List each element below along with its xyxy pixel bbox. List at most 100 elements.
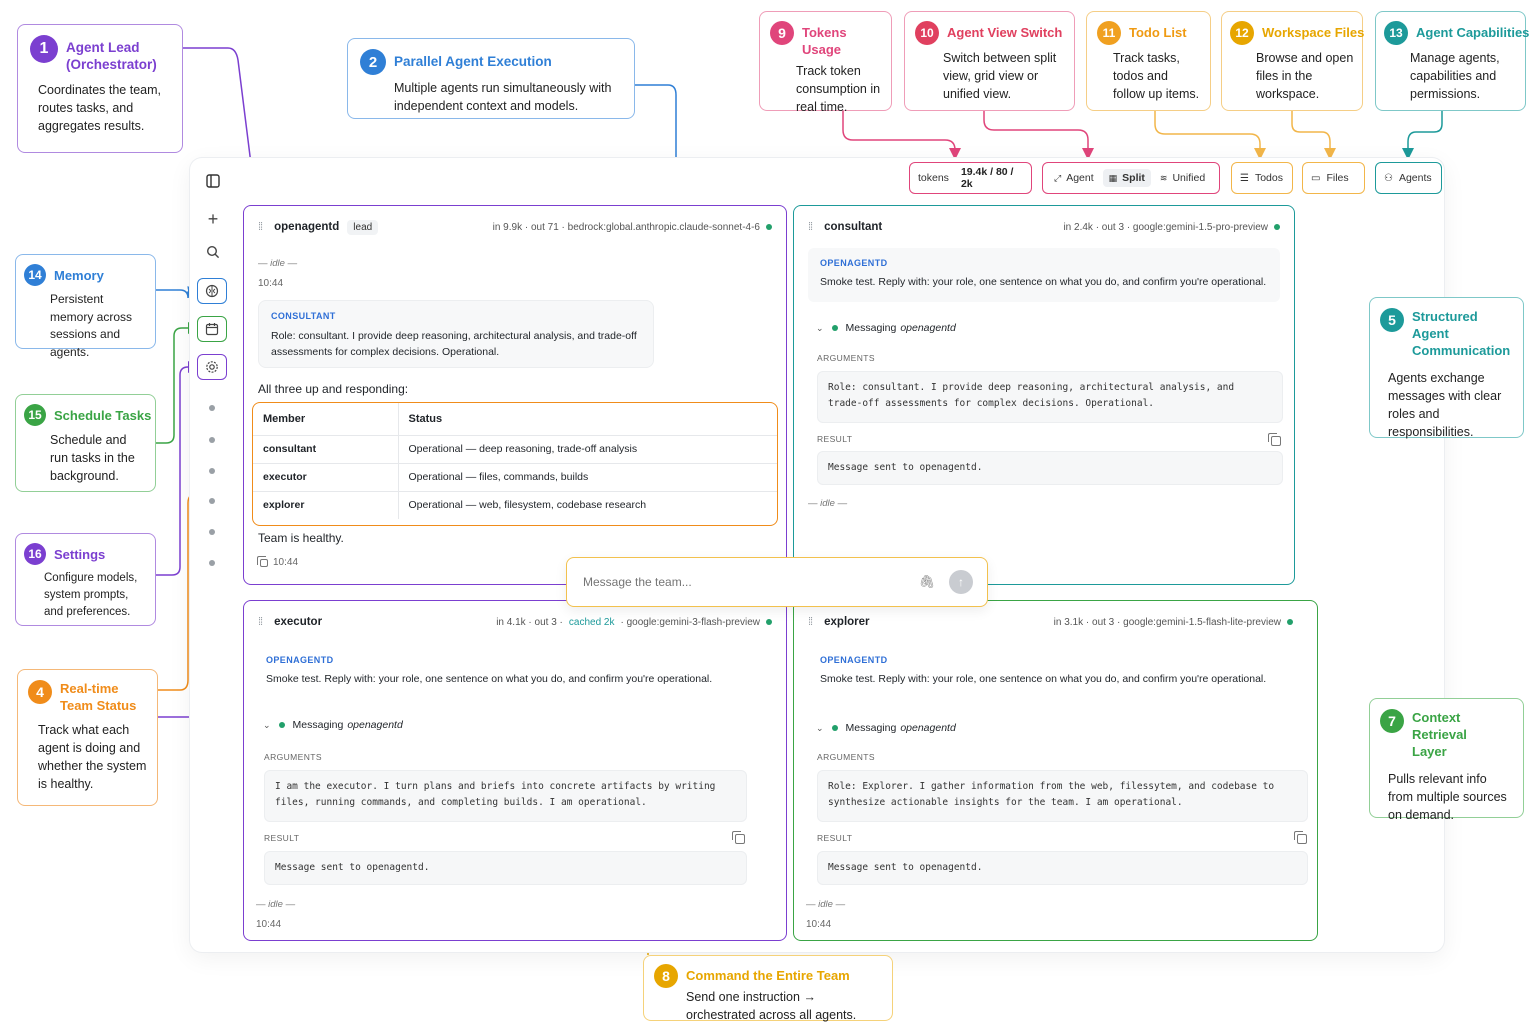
status-dot bbox=[1287, 619, 1293, 625]
tool-call-toggle[interactable]: ⌄ Messaging openagentd bbox=[816, 322, 956, 334]
callout-title: Agent View Switch bbox=[947, 25, 1063, 40]
rail-dot[interactable] bbox=[209, 529, 215, 535]
callout-parallel-execution: 2 Parallel Agent Execution Multiple agen… bbox=[347, 38, 635, 119]
files-button[interactable]: ▭ Files bbox=[1302, 162, 1365, 194]
files-label: Files bbox=[1326, 172, 1349, 184]
prompt-text: Smoke test. Reply with: your role, one s… bbox=[820, 673, 1267, 685]
copy-icon[interactable] bbox=[732, 831, 745, 844]
agent-name: consultant bbox=[824, 221, 883, 233]
callout-description: Track token consumption in real time. bbox=[796, 64, 881, 114]
callout-todo-list: 11 Todo List Track tasks, todos and foll… bbox=[1086, 11, 1211, 111]
result-block: Message sent to openagentd. bbox=[817, 851, 1308, 885]
callout-description: Coordinates the team, routes tasks, and … bbox=[38, 83, 161, 133]
status-cell: Operational — web, filesystem, codebase … bbox=[408, 499, 647, 512]
sender-label: OPENAGENTD bbox=[820, 655, 888, 665]
rail-dot[interactable] bbox=[209, 437, 215, 443]
agents-button[interactable]: ⚇ Agents bbox=[1375, 162, 1442, 194]
callout-number: 4 bbox=[28, 680, 52, 704]
callout-title: Memory bbox=[54, 268, 104, 283]
incoming-message: OPENAGENTD Smoke test. Reply with: your … bbox=[808, 248, 1280, 302]
agents-label: Agents bbox=[1398, 172, 1432, 184]
callout-title: Real-time bbox=[60, 681, 119, 696]
callout-description: Track tasks, todos and follow up items. bbox=[1113, 51, 1200, 101]
message-input[interactable] bbox=[583, 575, 919, 589]
reply-text: Role: consultant. I provide deep reasoni… bbox=[271, 330, 637, 358]
copy-icon[interactable] bbox=[1294, 831, 1307, 844]
calendar-icon[interactable] bbox=[197, 316, 227, 342]
callout-title: Structured Agent bbox=[1412, 309, 1478, 341]
arrow-up-icon: ↑ bbox=[958, 575, 964, 589]
callout-number: 13 bbox=[1384, 21, 1408, 45]
idle-status: — idle — bbox=[256, 899, 296, 910]
plus-icon[interactable]: + bbox=[199, 206, 227, 232]
callout-title: Parallel Agent Execution bbox=[394, 54, 552, 69]
arguments-label: ARGUMENTS bbox=[264, 752, 322, 762]
consultant-agent-panel: ⁞⁞ consultant in 2.4k · out 3 · google:g… bbox=[793, 205, 1295, 585]
drag-handle-icon[interactable]: ⁞⁞ bbox=[258, 616, 263, 628]
callout-title: Command the Entire Team bbox=[686, 968, 850, 983]
callout-number: 15 bbox=[24, 404, 46, 426]
list-icon: ☰ bbox=[1240, 172, 1249, 184]
view-unified-button[interactable]: ≋ Unified bbox=[1155, 169, 1210, 187]
timestamp: 10:44 bbox=[806, 919, 832, 930]
search-icon[interactable] bbox=[199, 239, 227, 265]
sender-label: CONSULTANT bbox=[271, 311, 336, 321]
column-header-member: Member bbox=[253, 403, 399, 436]
callout-title: Todo List bbox=[1129, 25, 1187, 40]
paperclip-icon[interactable]: 🖇 bbox=[918, 574, 935, 590]
todos-button[interactable]: ☰ Todos bbox=[1231, 162, 1293, 194]
drag-handle-icon[interactable]: ⁞⁞ bbox=[808, 221, 813, 233]
gear-icon[interactable] bbox=[197, 354, 227, 380]
sidebar-toggle-icon[interactable] bbox=[199, 168, 227, 194]
todos-label: Todos bbox=[1254, 172, 1283, 184]
result-label: RESULT bbox=[817, 833, 853, 843]
result-block: Message sent to openagentd. bbox=[264, 851, 747, 885]
member-cell: consultant bbox=[253, 435, 399, 464]
tool-call-toggle[interactable]: ⌄ Messaging openagentd bbox=[263, 719, 403, 731]
callout-title: Team Status bbox=[60, 698, 137, 713]
callout-title: Agent Lead bbox=[66, 40, 140, 55]
agent-name: explorer bbox=[824, 616, 870, 628]
idle-status: — idle — bbox=[808, 498, 848, 509]
callout-description: Persistent memory across sessions and ag… bbox=[50, 292, 133, 359]
rail-dot[interactable] bbox=[209, 498, 215, 504]
panel-header: ⁞⁞ openagentd lead in 9.9k · out 71 · be… bbox=[258, 218, 772, 236]
rail-dot[interactable] bbox=[209, 560, 215, 566]
rail-dot[interactable] bbox=[209, 405, 215, 411]
send-button[interactable]: ↑ bbox=[949, 570, 973, 594]
drag-handle-icon[interactable]: ⁞⁞ bbox=[808, 616, 813, 628]
callout-title: Tokens Usage bbox=[802, 25, 847, 57]
status-dot bbox=[766, 224, 772, 230]
copy-icon[interactable] bbox=[257, 555, 268, 568]
callout-number: 11 bbox=[1097, 21, 1121, 45]
callout-number: 7 bbox=[1380, 709, 1404, 733]
result-label: RESULT bbox=[264, 833, 300, 843]
agent-meta: in 3.1k · out 3 · google:gemini-1.5-flas… bbox=[1053, 616, 1281, 628]
callout-title: Schedule Tasks bbox=[54, 408, 152, 423]
status-dot bbox=[1274, 224, 1280, 230]
team-status-table: Member Status consultant Operational — d… bbox=[252, 402, 778, 526]
callout-number: 16 bbox=[24, 543, 46, 565]
copy-icon[interactable] bbox=[1268, 433, 1281, 446]
table-row: explorer Operational — web, filesystem, … bbox=[253, 491, 777, 519]
callout-description: Browse and open files in the workspace. bbox=[1256, 51, 1354, 101]
rail-dot[interactable] bbox=[209, 468, 215, 474]
column-header-status: Status bbox=[398, 403, 777, 436]
view-agent-button[interactable]: ⤢ Agent bbox=[1049, 169, 1099, 187]
callout-title: Layer bbox=[1412, 744, 1447, 759]
view-unified-label: Unified bbox=[1172, 172, 1206, 184]
drag-handle-icon[interactable]: ⁞⁞ bbox=[258, 221, 263, 233]
brain-icon[interactable] bbox=[197, 278, 227, 304]
chevron-down-icon: ⌄ bbox=[816, 322, 824, 333]
callout-description: Switch between split view, grid view or … bbox=[943, 51, 1057, 101]
tokens-label: tokens bbox=[918, 172, 949, 184]
view-split-label: Split bbox=[1122, 172, 1145, 184]
callout-number: 9 bbox=[770, 21, 794, 45]
tool-call-toggle[interactable]: ⌄ Messaging openagentd bbox=[816, 722, 956, 734]
messaging-target: openagentd bbox=[900, 322, 956, 334]
view-split-button[interactable]: ▦ Split bbox=[1102, 169, 1151, 187]
lead-badge: lead bbox=[347, 219, 379, 235]
sender-label: OPENAGENTD bbox=[266, 655, 334, 665]
status-cell: Operational — files, commands, builds bbox=[398, 463, 777, 492]
tokens-value: 19.4k / 80 / 2k bbox=[960, 166, 1014, 190]
